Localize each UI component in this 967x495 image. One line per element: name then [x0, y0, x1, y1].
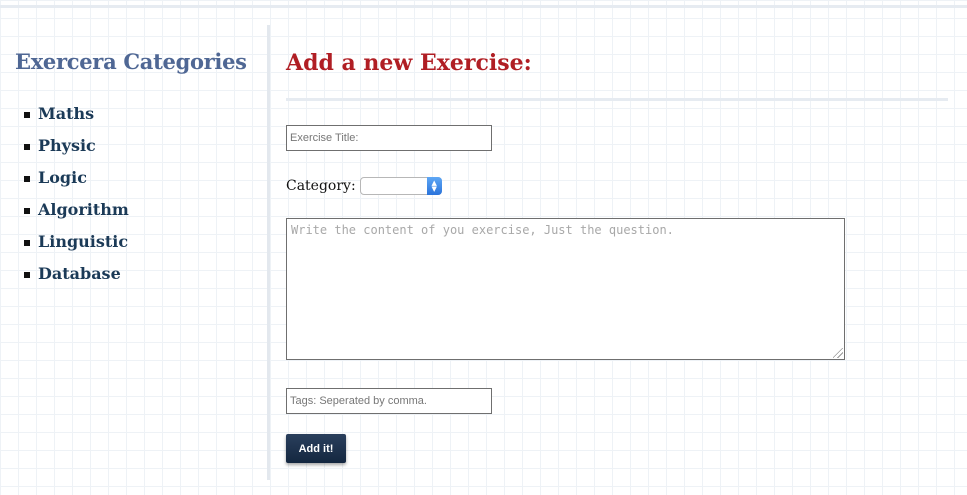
up-down-chevron-icon: ▲ ▼ — [426, 177, 442, 195]
category-list: Maths Physic Logic Algorithm Linguistic … — [24, 97, 129, 289]
exercise-title-input[interactable] — [286, 125, 492, 151]
exercise-form: Add a new Exercise: Category: ▲▼ Add it! — [286, 0, 948, 495]
category-link-logic[interactable]: Logic — [38, 168, 87, 187]
exercise-content-textarea[interactable] — [286, 218, 845, 360]
category-item-logic[interactable]: Logic — [24, 161, 129, 193]
category-link-maths[interactable]: Maths — [38, 104, 94, 123]
square-bullet-icon — [24, 143, 30, 150]
category-link-algorithm[interactable]: Algorithm — [38, 200, 129, 219]
category-item-database[interactable]: Database — [24, 257, 129, 289]
sidebar-divider — [267, 25, 270, 480]
category-label: Category: — [286, 178, 356, 194]
category-item-linguistic[interactable]: Linguistic — [24, 225, 129, 257]
category-link-database[interactable]: Database — [38, 264, 121, 283]
square-bullet-icon — [24, 239, 30, 246]
category-link-physic[interactable]: Physic — [38, 136, 96, 155]
resize-grip-icon[interactable] — [833, 348, 843, 358]
category-item-physic[interactable]: Physic — [24, 129, 129, 161]
add-it-button[interactable]: Add it! — [286, 434, 346, 463]
square-bullet-icon — [24, 271, 30, 278]
square-bullet-icon — [24, 207, 30, 214]
title-rule — [286, 98, 948, 101]
square-bullet-icon — [24, 111, 30, 118]
form-title: Add a new Exercise: — [286, 50, 532, 76]
category-link-linguistic[interactable]: Linguistic — [38, 232, 128, 251]
category-item-algorithm[interactable]: Algorithm — [24, 193, 129, 225]
category-row: Category: ▲ ▼ — [286, 176, 442, 196]
square-bullet-icon — [24, 175, 30, 182]
tags-input[interactable] — [286, 388, 492, 414]
sidebar: Exercera Categories Maths Physic Logic A… — [15, 45, 260, 283]
category-select[interactable]: ▲ ▼ — [359, 177, 442, 195]
sidebar-title: Exercera Categories — [15, 49, 247, 74]
category-item-maths[interactable]: Maths — [24, 97, 129, 129]
